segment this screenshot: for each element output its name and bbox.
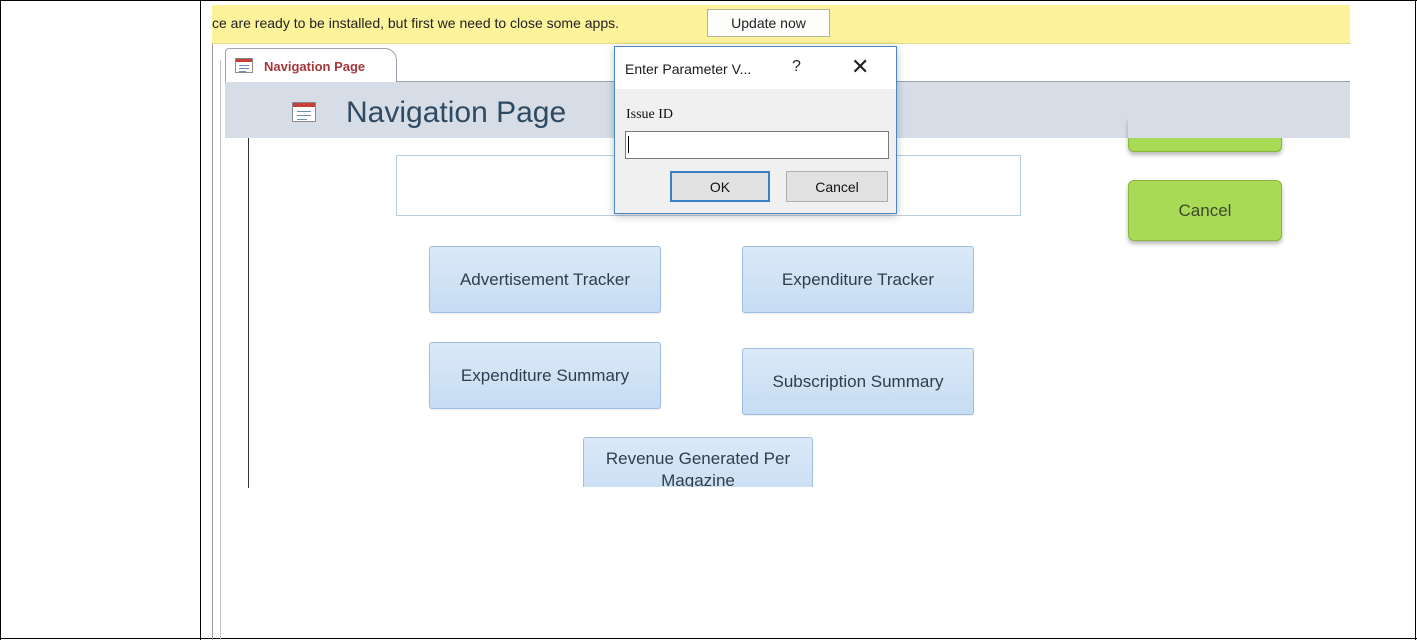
nav-pane-rule: [220, 60, 221, 640]
close-icon[interactable]: ✕: [851, 56, 869, 78]
help-icon[interactable]: ?: [792, 58, 801, 76]
form-section-rule: [248, 138, 249, 488]
table-border-left: [0, 0, 1, 640]
tab-label: Navigation Page: [264, 59, 366, 74]
cancel-button[interactable]: Cancel: [1128, 180, 1282, 241]
dialog-titlebar[interactable]: Enter Parameter V... ? ✕: [615, 47, 896, 89]
notification-message: ce are ready to be installed, but first …: [212, 15, 620, 31]
dialog-cancel-button[interactable]: Cancel: [786, 171, 888, 202]
expenditure-tracker-button[interactable]: Expenditure Tracker: [742, 246, 974, 313]
update-now-button[interactable]: Update now: [707, 9, 830, 37]
table-border-right: [1415, 0, 1416, 640]
table-cell-divider: [200, 0, 201, 640]
issue-id-label: Issue ID: [626, 107, 674, 122]
form-icon: [292, 102, 316, 122]
header-band-overlay: [1128, 82, 1288, 138]
expenditure-summary-button[interactable]: Expenditure Summary: [429, 342, 661, 409]
page-title: Navigation Page: [346, 96, 567, 129]
advertisement-tracker-button[interactable]: Advertisement Tracker: [429, 246, 661, 313]
dialog-title: Enter Parameter V...: [625, 61, 752, 77]
text-caret: [628, 136, 629, 153]
issue-id-input[interactable]: [625, 131, 889, 159]
enter-parameter-dialog: Enter Parameter V... ? ✕ Issue ID OK Can…: [614, 46, 897, 214]
tab-navigation-page[interactable]: Navigation Page: [225, 48, 397, 82]
table-border-top: [0, 0, 1417, 1]
ok-button[interactable]: OK: [670, 171, 770, 202]
subscription-summary-button[interactable]: Subscription Summary: [742, 348, 974, 415]
revenue-generated-button[interactable]: Revenue Generated Per Magazine: [583, 437, 813, 487]
window-frame-rule: [212, 44, 213, 640]
update-notification-bar: ce are ready to be installed, but first …: [212, 5, 1350, 44]
form-icon: [235, 58, 253, 73]
revenue-button-clip: Revenue Generated Per Magazine: [583, 437, 815, 487]
